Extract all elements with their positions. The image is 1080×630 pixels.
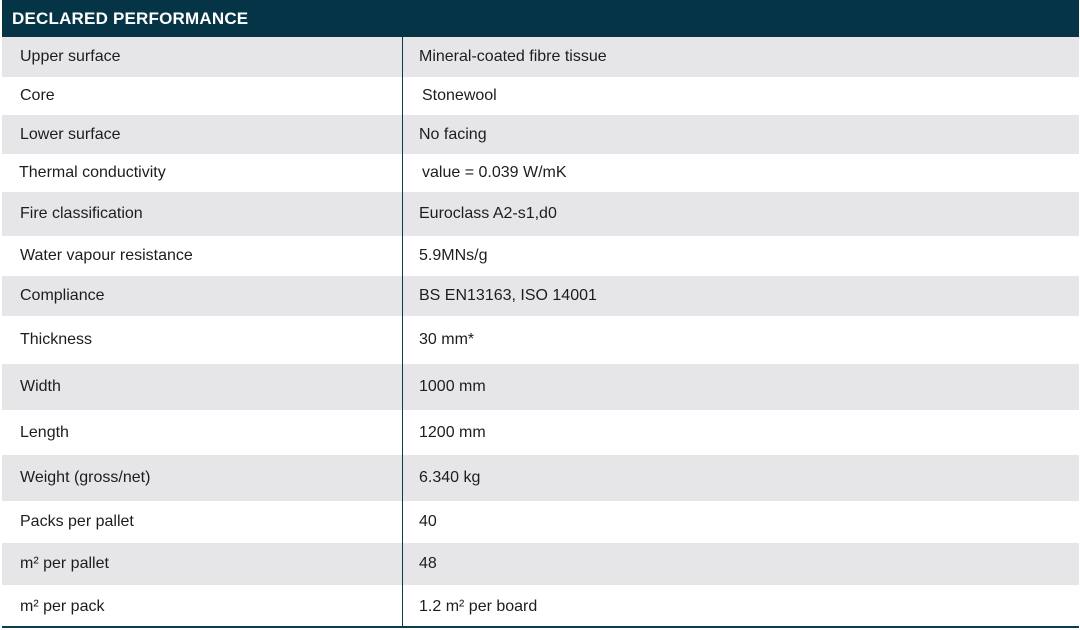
row-value: Euroclass A2-s1,d0 <box>419 205 557 222</box>
table-row: Thermal conductivity value = 0.039 W/mK <box>2 154 1079 192</box>
row-label: Width <box>20 378 61 395</box>
row-value: 1200 mm <box>419 423 486 441</box>
row-label: Water vapour resistance <box>20 247 193 264</box>
table-row: Core Stonewool <box>2 77 1079 115</box>
row-value: 5.9MNs/g <box>419 247 488 264</box>
row-label: m² per pallet <box>20 555 109 572</box>
table-row: Lower surface No facing <box>2 115 1079 154</box>
column-divider <box>402 37 403 628</box>
row-label: m² per pack <box>20 597 105 615</box>
table-row: Fire classification Euroclass A2-s1,d0 <box>2 192 1079 236</box>
table-row: Weight (gross/net) 6.340 kg <box>2 455 1079 501</box>
row-label: Compliance <box>20 287 105 304</box>
row-value: 30 mm* <box>419 331 475 348</box>
row-label: Upper surface <box>20 48 121 65</box>
row-label: Fire classification <box>20 205 143 222</box>
row-label: Thickness <box>20 331 93 348</box>
performance-table: Upper surface Mineral-coated fibre tissu… <box>2 37 1079 628</box>
table-row: m² per pallet 48 <box>2 543 1079 585</box>
table-row: Packs per pallet 40 <box>2 501 1079 543</box>
declared-performance-panel: DECLARED PERFORMANCE Upper surface Miner… <box>2 0 1079 630</box>
row-value: BS EN13163, ISO 14001 <box>419 287 597 304</box>
row-value: 48 <box>419 555 437 572</box>
row-label: Packs per pallet <box>20 513 134 530</box>
row-label: Thermal conductivity <box>19 164 166 181</box>
row-value: No facing <box>419 125 487 143</box>
row-value: value = 0.039 W/mK <box>422 164 567 181</box>
row-value: Mineral-coated fibre tissue <box>419 48 607 65</box>
row-value: 1000 mm <box>419 378 486 395</box>
table-title: DECLARED PERFORMANCE <box>12 8 249 28</box>
table-row: Thickness 30 mm* <box>2 316 1079 364</box>
table-bottom-border <box>2 626 1079 628</box>
table-row: Water vapour resistance 5.9MNs/g <box>2 236 1079 276</box>
table-header: DECLARED PERFORMANCE <box>2 0 1079 37</box>
row-value: 40 <box>419 513 437 530</box>
row-label: Lower surface <box>20 125 121 143</box>
row-label: Core <box>20 87 55 104</box>
row-value: 6.340 kg <box>419 469 481 486</box>
table-row: Upper surface Mineral-coated fibre tissu… <box>2 37 1079 77</box>
row-label: Weight (gross/net) <box>20 469 151 486</box>
row-value: 1.2 m² per board <box>419 597 538 615</box>
table-row: m² per pack 1.2 m² per board <box>2 585 1079 628</box>
row-value: Stonewool <box>422 87 497 104</box>
table-row: Compliance BS EN13163, ISO 14001 <box>2 276 1079 316</box>
table-row: Length 1200 mm <box>2 410 1079 455</box>
table-row: Width 1000 mm <box>2 364 1079 410</box>
row-label: Length <box>20 423 69 441</box>
